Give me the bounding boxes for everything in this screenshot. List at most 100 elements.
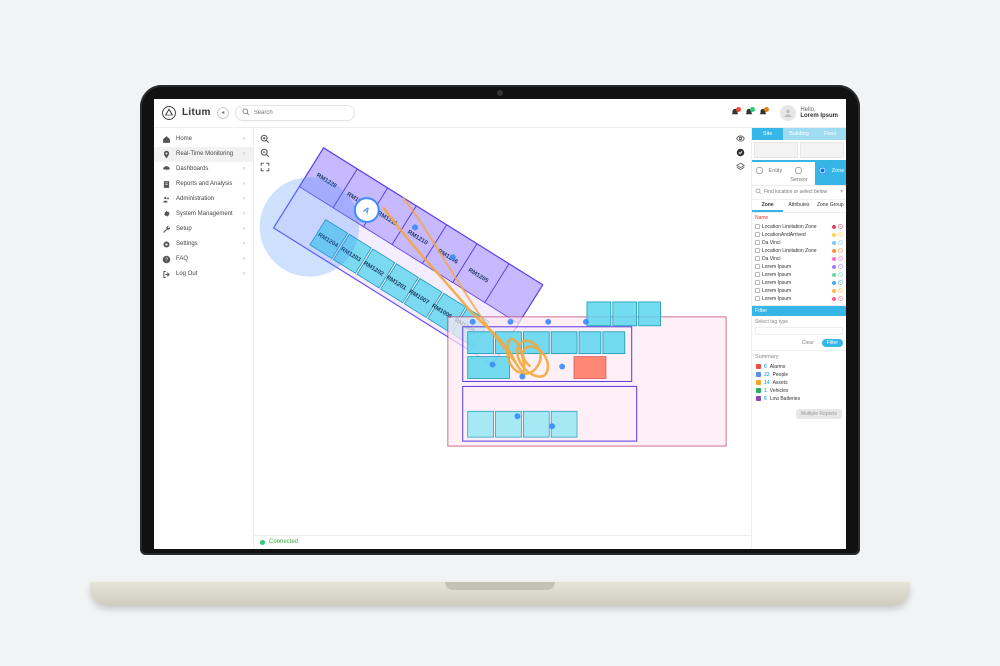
mode-radio[interactable] xyxy=(795,167,802,174)
map-canvas[interactable]: RM1228RM1222RM1211RM1210RM1206RM1205RM12… xyxy=(254,128,751,535)
zone-action-icon[interactable] xyxy=(838,280,843,285)
mode-radio[interactable] xyxy=(819,167,826,174)
sidebar-item-setup[interactable]: Setup› xyxy=(154,222,253,237)
mode-tab-entity[interactable]: Entity xyxy=(752,162,783,185)
brand-name: Litum xyxy=(182,107,211,118)
filter-apply-button[interactable]: Filter xyxy=(822,339,843,347)
chevron-right-icon: › xyxy=(243,271,245,277)
sub-tab-zone[interactable]: Zone xyxy=(752,200,783,212)
zone-row[interactable]: Lorem Ipsum xyxy=(755,271,843,279)
floor-thumb[interactable] xyxy=(754,142,798,158)
home-icon xyxy=(162,135,171,144)
zone-sub-tabs: ZoneAttributesZone Group xyxy=(752,200,846,213)
zone-name: Lorem Ipsum xyxy=(762,280,830,286)
zone-row[interactable]: Lorem Ipsum xyxy=(755,287,843,295)
status-bar: Connected xyxy=(254,535,751,549)
location-tab-building[interactable]: Building xyxy=(783,128,814,140)
sidebar-item-faq[interactable]: ?FAQ› xyxy=(154,252,253,267)
alert-bell-1[interactable] xyxy=(730,108,740,118)
sidebar-item-label: Real-Time Monitoring xyxy=(176,151,233,157)
zone-row[interactable]: Lorem Ipsum xyxy=(755,263,843,271)
summary-row-assets[interactable]: 14Assets xyxy=(756,379,842,387)
sidebar-item-settings[interactable]: Settings› xyxy=(154,237,253,252)
location-tab-site[interactable]: Site xyxy=(752,128,783,140)
zone-color-dot xyxy=(832,297,836,301)
svg-text:?: ? xyxy=(165,257,168,263)
filter-select[interactable] xyxy=(755,327,843,335)
sidebar-item-label: System Management xyxy=(176,211,233,217)
multiple-reports-button[interactable]: Multiple Reports xyxy=(796,409,842,419)
zone-row[interactable]: Lorem Ipsum xyxy=(755,295,843,303)
zone-checkbox[interactable] xyxy=(755,288,760,293)
summary-color-icon xyxy=(756,380,761,385)
mode-tab-zone[interactable]: Zone xyxy=(815,162,846,185)
zone-checkbox[interactable] xyxy=(755,256,760,261)
sidebar-item-label: FAQ xyxy=(176,256,188,262)
zone-row[interactable]: LocationAndArrived xyxy=(755,231,843,239)
sidebar-item-log-out[interactable]: Log Out› xyxy=(154,267,253,282)
sidebar-item-system-management[interactable]: System Management› xyxy=(154,207,253,222)
summary-label: Assets xyxy=(773,380,788,386)
zone-checkbox[interactable] xyxy=(755,280,760,285)
mode-tab-sensor[interactable]: Sensor xyxy=(783,162,814,185)
sub-tab-attributes[interactable]: Attributes xyxy=(783,200,814,212)
zone-row[interactable]: Da Vinci xyxy=(755,239,843,247)
sub-tab-zone-group[interactable]: Zone Group xyxy=(815,200,846,212)
search-box[interactable] xyxy=(235,105,355,121)
zone-action-icon[interactable] xyxy=(838,232,843,237)
summary-row-people[interactable]: 22People xyxy=(756,371,842,379)
profile-block[interactable]: Hello, Lorem Ipsum xyxy=(780,105,838,121)
filter-body: Select tag type Clear Filter xyxy=(752,316,846,350)
zone-color-dot xyxy=(832,281,836,285)
zone-action-icon[interactable] xyxy=(838,224,843,229)
summary-label: Alarms xyxy=(770,364,786,370)
zone-action-icon[interactable] xyxy=(838,272,843,277)
sidebar-item-reports-and-analysis[interactable]: Reports and Analysis› xyxy=(154,177,253,192)
zone-action-icon[interactable] xyxy=(838,240,843,245)
search-input[interactable] xyxy=(254,110,348,116)
mode-radio[interactable] xyxy=(756,167,763,174)
sidebar-item-home[interactable]: Home› xyxy=(154,132,253,147)
sidebar-item-real-time-monitoring[interactable]: Real-Time Monitoring› xyxy=(154,147,253,162)
zone-action-icon[interactable] xyxy=(838,296,843,301)
zone-row[interactable]: Location Limitation Zone xyxy=(755,247,843,255)
zone-row[interactable]: Da Vinci xyxy=(755,255,843,263)
summary-row-low-batteries[interactable]: 6Low Batteries xyxy=(756,395,842,403)
floor-thumbnails[interactable] xyxy=(752,140,846,162)
sidebar-item-label: Dashboards xyxy=(176,166,208,172)
zone-checkbox[interactable] xyxy=(755,224,760,229)
filter-clear-button[interactable]: Clear xyxy=(797,339,819,347)
summary-color-icon xyxy=(756,388,761,393)
zone-action-icon[interactable] xyxy=(838,256,843,261)
cog-icon xyxy=(162,240,171,249)
zone-row[interactable]: Location Limitation Zone xyxy=(755,223,843,231)
floorplan-svg: RM1228RM1222RM1211RM1210RM1206RM1205RM12… xyxy=(254,128,751,466)
chevron-right-icon: › xyxy=(243,196,245,202)
alert-bell-2[interactable] xyxy=(744,108,754,118)
sidebar-item-administration[interactable]: Administration› xyxy=(154,192,253,207)
zone-checkbox[interactable] xyxy=(755,240,760,245)
location-tab-floor[interactable]: Floor xyxy=(815,128,846,140)
floor-thumb[interactable] xyxy=(800,142,844,158)
main-area: RM1228RM1222RM1211RM1210RM1206RM1205RM12… xyxy=(254,128,751,549)
zone-row[interactable]: Lorem Ipsum xyxy=(755,279,843,287)
alert-bell-3[interactable] xyxy=(758,108,768,118)
zone-checkbox[interactable] xyxy=(755,264,760,269)
zone-checkbox[interactable] xyxy=(755,296,760,301)
zone-checkbox[interactable] xyxy=(755,248,760,253)
zone-name: Lorem Ipsum xyxy=(762,288,830,294)
zone-action-icon[interactable] xyxy=(838,264,843,269)
zone-action-icon[interactable] xyxy=(838,248,843,253)
chevron-down-icon[interactable]: ▾ xyxy=(840,189,843,195)
sidebar-item-dashboards[interactable]: Dashboards› xyxy=(154,162,253,177)
zone-checkbox[interactable] xyxy=(755,272,760,277)
mode-tabs: Entity Sensor Zone xyxy=(752,162,846,186)
find-location-input[interactable] xyxy=(764,189,838,195)
zone-checkbox[interactable] xyxy=(755,232,760,237)
zone-color-dot xyxy=(832,233,836,237)
summary-row-alarms[interactable]: 6Alarms xyxy=(756,363,842,371)
summary-row-vehicles[interactable]: 1Vehicles xyxy=(756,387,842,395)
summary-label: Low Batteries xyxy=(770,396,800,402)
zone-action-icon[interactable] xyxy=(838,288,843,293)
sidebar-collapse-button[interactable]: ◂ xyxy=(217,107,229,119)
